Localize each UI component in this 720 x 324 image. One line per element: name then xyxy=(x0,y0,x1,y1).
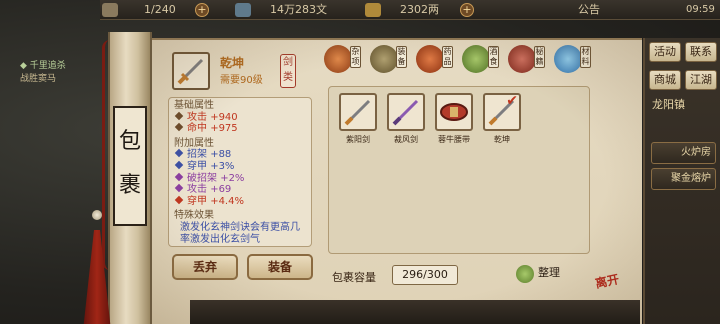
add-energy-button[interactable]: + xyxy=(195,3,209,17)
category-tab-food[interactable]: 酒食 xyxy=(488,46,499,68)
diamond-icon xyxy=(174,172,184,181)
clock: 09:59 xyxy=(686,4,715,15)
scroll-title-char: 裹 xyxy=(118,173,141,198)
stat-row: 攻击 +69 xyxy=(174,183,306,196)
sort-bag-icon[interactable] xyxy=(516,265,534,283)
scroll-title: 包 裹 xyxy=(113,106,147,226)
capacity-value: 296/300 xyxy=(392,265,458,285)
diamond-icon xyxy=(174,195,184,204)
special-effect-text: 激发化玄神剑诀会有更高几 xyxy=(180,221,300,233)
bottom-toolbar xyxy=(190,300,640,324)
diamond-icon xyxy=(174,122,184,132)
item-stats-box: 基础属性 攻击 +940 命中 +975 附加属性 招架 +88 穿甲 +3% … xyxy=(168,97,312,247)
bag-item-name: 裁风剑 xyxy=(394,135,418,144)
scroll-title-char: 包 xyxy=(118,129,141,154)
announcement-button[interactable]: 公告 xyxy=(578,3,600,17)
diamond-icon xyxy=(174,149,184,158)
stat-row: 攻击 +940 xyxy=(174,111,306,124)
shop-button[interactable]: 商城 xyxy=(649,70,681,90)
belt-icon xyxy=(440,103,468,121)
category-misc-icon[interactable] xyxy=(324,45,352,73)
energy-icon xyxy=(102,3,118,17)
silver-value: 14万283文 xyxy=(270,3,327,16)
special-effect-header: 特殊效果 xyxy=(174,210,214,222)
gold-furnace-button[interactable]: 聚金熔炉 xyxy=(651,168,716,190)
bag-slot[interactable] xyxy=(339,93,377,131)
sort-button[interactable]: 整理 xyxy=(538,264,560,280)
gold-value: 2302两 xyxy=(400,3,439,16)
item-level-requirement: 需要90级 xyxy=(220,75,263,86)
location-label: 龙阳镇 xyxy=(652,98,685,111)
scroll-roll: 包 裹 xyxy=(82,20,162,324)
quest-title: 千里追杀 xyxy=(29,61,66,71)
diamond-icon xyxy=(174,111,184,120)
category-medicine-icon[interactable] xyxy=(416,45,444,73)
base-stats-header: 基础属性 xyxy=(174,100,214,111)
extra-stats-header: 附加属性 xyxy=(174,137,214,149)
jianghu-button[interactable]: 江湖 xyxy=(685,70,717,90)
category-tab-misc[interactable]: 杂项 xyxy=(350,46,361,68)
capacity-label: 包裹容量 xyxy=(332,271,376,284)
category-food-icon[interactable] xyxy=(462,45,490,73)
top-status-bar: 1/240 + 14万283文 2302两 + 公告 09:59 xyxy=(100,0,720,20)
bag-slot[interactable] xyxy=(435,93,473,131)
activity-button[interactable]: 活动 xyxy=(649,42,681,62)
gold-icon xyxy=(365,3,381,17)
bag-item-name: 乾坤 xyxy=(494,135,510,144)
stat-row: 招架 +88 xyxy=(174,149,306,161)
quest-bullet-icon: ◆ xyxy=(20,61,30,71)
add-gold-button[interactable]: + xyxy=(460,3,474,17)
bag-item-name: 紫阳剑 xyxy=(346,135,370,144)
bag-slot[interactable]: ✔ xyxy=(483,93,521,131)
category-manual-icon[interactable] xyxy=(508,45,536,73)
leave-seal-button[interactable]: 离开 xyxy=(594,269,627,300)
item-type-badge: 剑类 xyxy=(280,54,296,88)
category-tab-material[interactable]: 材料 xyxy=(580,46,591,68)
category-material-icon[interactable] xyxy=(554,45,582,73)
discard-button[interactable]: 丢弃 xyxy=(172,254,238,280)
special-effect-text: 率激发出化玄剑气 xyxy=(180,233,260,245)
right-side-menu: 活动 联系 商城 江湖 龙阳镇 火炉房 聚金熔炉 xyxy=(643,38,720,324)
category-tab-equipment[interactable]: 装备 xyxy=(396,46,407,68)
bag-item-name: 蓉牛腰带 xyxy=(438,135,470,144)
diamond-icon xyxy=(174,183,184,193)
bag-slot[interactable] xyxy=(387,93,425,131)
diamond-icon xyxy=(174,160,184,170)
sword-icon xyxy=(392,99,419,126)
bag-grid: 紫阳剑 裁风剑 蓉牛腰带 ✔ 乾坤 xyxy=(328,86,590,254)
category-tab-medicine[interactable]: 药品 xyxy=(442,46,453,68)
silver-icon xyxy=(235,3,251,17)
inventory-panel: 乾坤 需要90级 剑类 基础属性 攻击 +940 命中 +975 附加属性 招架… xyxy=(152,38,642,324)
contact-button[interactable]: 联系 xyxy=(685,42,717,62)
stat-row: 穿甲 +4.4% xyxy=(174,195,306,208)
stat-row: 命中 +975 xyxy=(174,122,306,135)
category-tab-manual[interactable]: 秘籍 xyxy=(534,46,545,68)
stat-row: 穿甲 +3% xyxy=(174,160,306,173)
sword-icon xyxy=(344,99,371,126)
sword-icon xyxy=(177,58,204,85)
tassel-bead xyxy=(92,210,102,220)
stat-row: 破招架 +2% xyxy=(174,172,306,185)
category-equipment-icon[interactable] xyxy=(370,45,398,73)
equipped-check-icon: ✔ xyxy=(506,93,518,109)
item-name: 乾坤 xyxy=(220,56,245,70)
furnace-room-button[interactable]: 火炉房 xyxy=(651,142,716,164)
energy-value: 1/240 xyxy=(144,3,176,16)
equip-button[interactable]: 装备 xyxy=(247,254,313,280)
selected-item-slot[interactable] xyxy=(172,52,210,90)
